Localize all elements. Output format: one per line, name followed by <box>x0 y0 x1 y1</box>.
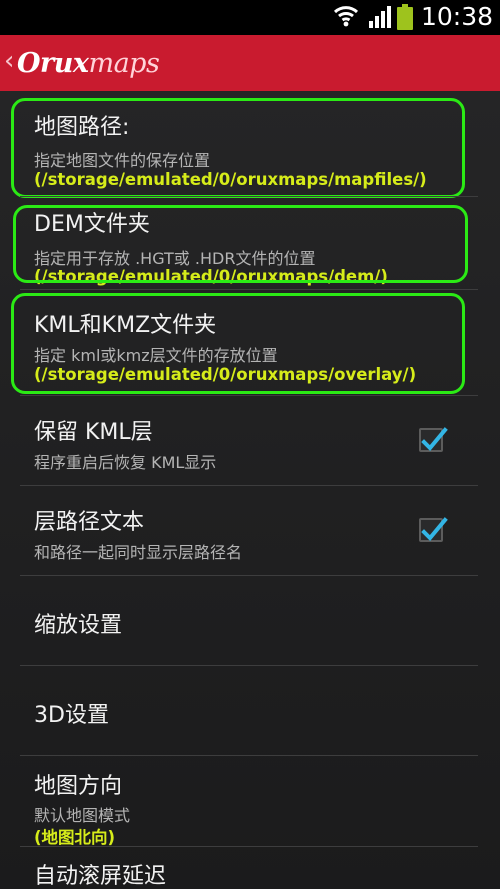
action-bar: ‹ Oruxmaps <box>0 35 500 91</box>
keep-kml-checkbox[interactable] <box>419 427 448 452</box>
pref-keep-kml[interactable]: 保留 KML层 程序重启后恢复 KML显示 <box>0 396 500 485</box>
battery-icon <box>397 4 413 34</box>
pref-title: 层路径文本 <box>34 510 145 535</box>
pref-title: 地图方向 <box>34 774 123 799</box>
pref-value: (地图北向) <box>34 828 116 847</box>
logo-text-orux: Orux <box>17 48 89 79</box>
highlight-box <box>11 98 465 198</box>
wifi-icon <box>333 3 359 33</box>
pref-3d-settings[interactable]: 3D设置 <box>0 666 500 755</box>
app-logo[interactable]: Oruxmaps <box>17 48 160 79</box>
status-bar: 10:38 <box>0 0 500 35</box>
pref-auto-scroll[interactable]: 自动滚屏延迟 <box>0 847 500 889</box>
preferences-list: 地图路径: 指定地图文件的保存位置 (/storage/emulated/0/o… <box>0 91 500 889</box>
track-text-checkbox[interactable] <box>419 517 448 542</box>
back-icon[interactable]: ‹ <box>4 47 14 75</box>
highlight-box <box>13 205 468 283</box>
pref-title: 保留 KML层 <box>34 420 153 445</box>
status-time: 10:38 <box>421 2 494 31</box>
logo-text-maps: maps <box>88 48 160 79</box>
pref-track-text[interactable]: 层路径文本 和路径一起同时显示层路径名 <box>0 486 500 575</box>
pref-summary: 和路径一起同时显示层路径名 <box>34 543 243 562</box>
pref-title: 3D设置 <box>34 703 109 728</box>
pref-zoom-settings[interactable]: 缩放设置 <box>0 576 500 665</box>
pref-title: 自动滚屏延迟 <box>34 864 167 889</box>
highlight-box <box>11 293 465 394</box>
signal-icon <box>368 5 392 33</box>
pref-map-orientation[interactable]: 地图方向 默认地图模式 (地图北向) <box>0 756 500 847</box>
pref-title: 缩放设置 <box>34 613 123 638</box>
pref-summary: 默认地图模式 <box>34 806 131 825</box>
pref-summary: 程序重启后恢复 KML显示 <box>34 453 217 472</box>
